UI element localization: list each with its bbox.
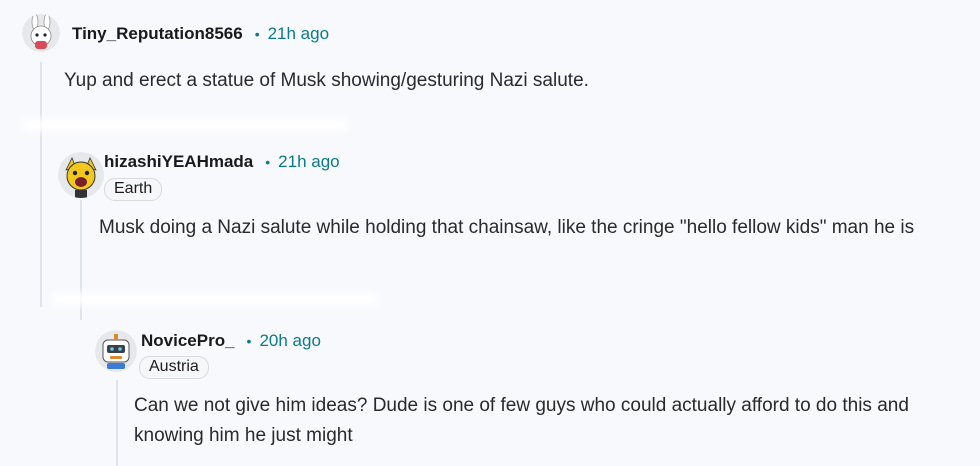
bunny-avatar-icon — [22, 14, 60, 52]
comment-meta: NovicePro_ • 20h ago — [141, 331, 321, 351]
timestamp[interactable]: 21h ago — [278, 152, 339, 172]
user-flair: Earth — [104, 178, 163, 201]
faded-text-artifact — [50, 292, 380, 306]
separator-dot: • — [265, 154, 271, 170]
separator-dot: • — [246, 333, 252, 349]
timestamp[interactable]: 20h ago — [259, 331, 320, 351]
comment-text: Yup and erect a statue of Musk showing/g… — [64, 70, 589, 91]
username[interactable]: hizashiYEAHmada — [104, 152, 253, 172]
separator-dot: • — [254, 26, 260, 42]
faded-text-artifact — [20, 118, 350, 132]
avatar[interactable] — [95, 330, 137, 372]
yellow-character-avatar-icon — [58, 152, 104, 198]
avatar[interactable] — [22, 14, 60, 52]
thread-line-3[interactable] — [116, 380, 118, 466]
timestamp[interactable]: 21h ago — [268, 24, 329, 44]
comment-meta: Tiny_Reputation8566 • 21h ago — [72, 24, 329, 44]
username[interactable]: NovicePro_ — [141, 331, 235, 351]
comment-text: Can we not give him ideas? Dude is one o… — [134, 395, 909, 446]
user-flair: Austria — [139, 356, 209, 379]
avatar[interactable] — [58, 152, 104, 198]
comment-meta: hizashiYEAHmada • 21h ago — [104, 152, 340, 172]
username[interactable]: Tiny_Reputation8566 — [72, 24, 243, 44]
comment-text: Musk doing a Nazi salute while holding t… — [99, 217, 915, 238]
robot-avatar-icon — [95, 330, 137, 372]
thread-line-1[interactable] — [40, 62, 42, 307]
